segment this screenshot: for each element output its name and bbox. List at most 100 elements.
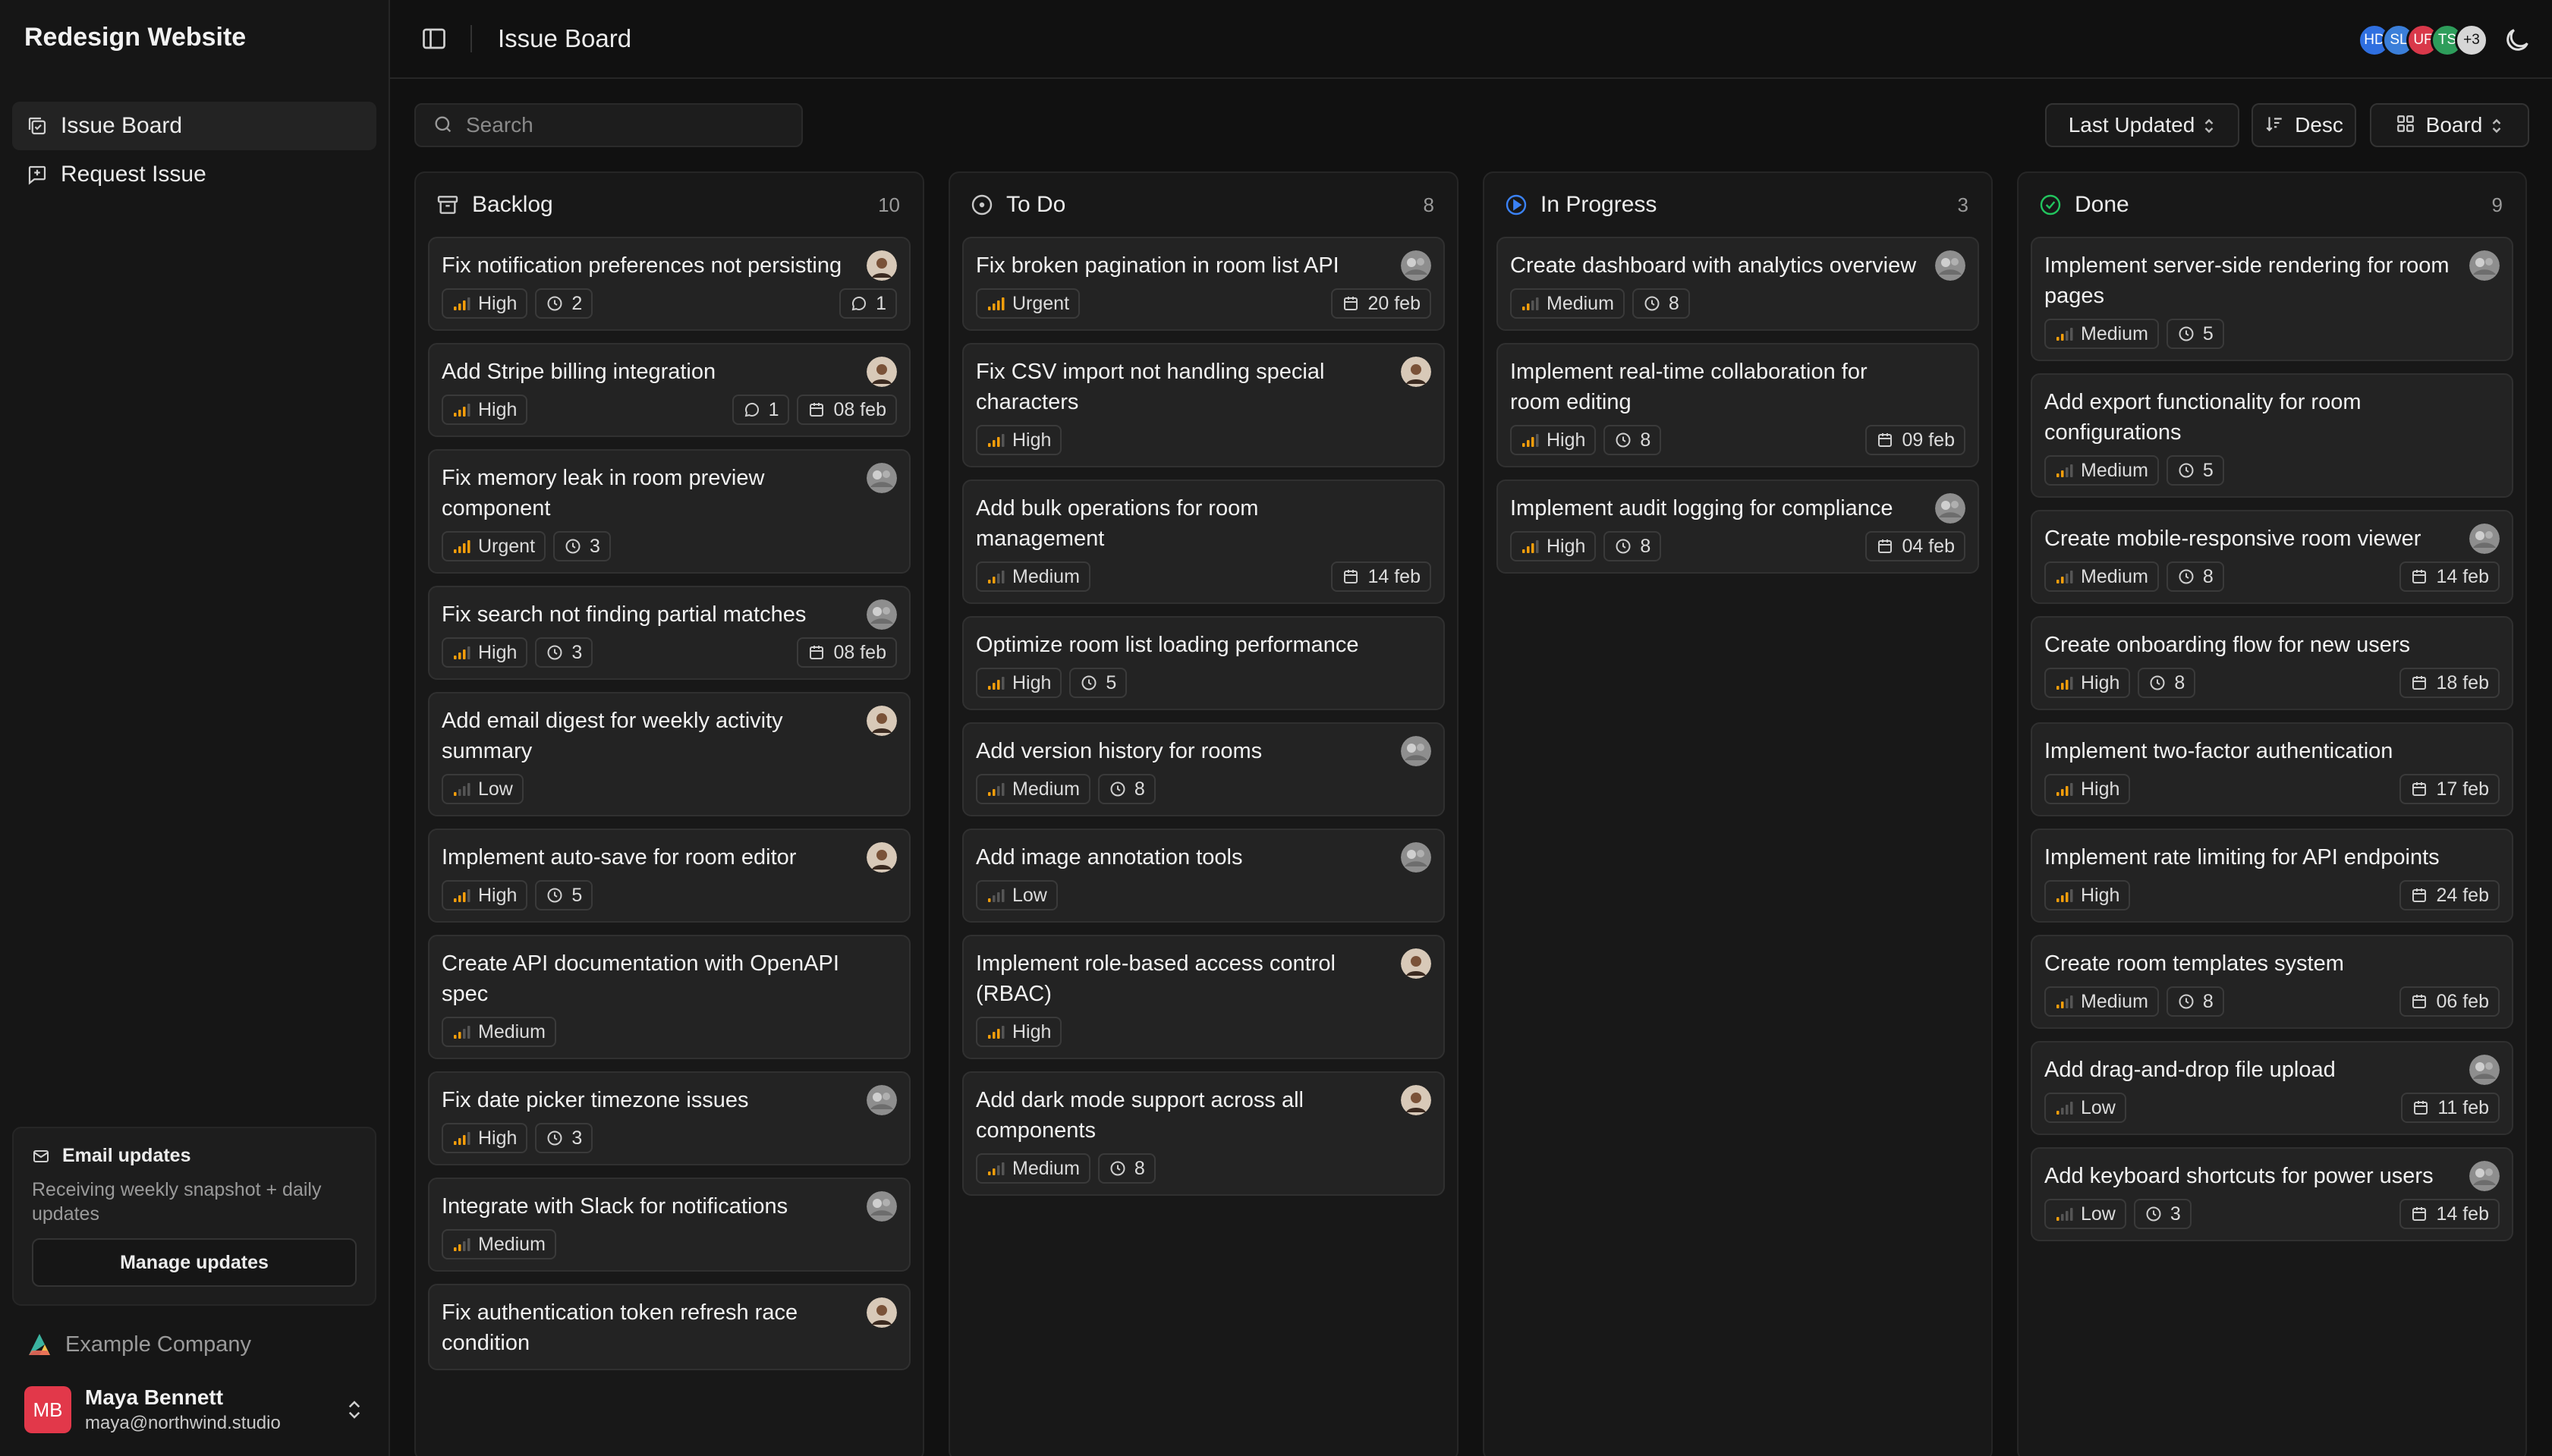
issue-card[interactable]: Create API documentation with OpenAPI sp…	[428, 935, 911, 1059]
chevrons-up-down-icon	[343, 1397, 366, 1423]
issue-card[interactable]: Implement server-side rendering for room…	[2031, 237, 2513, 361]
view-mode-select[interactable]: Board	[2370, 103, 2529, 147]
priority-badge[interactable]: Medium	[442, 1017, 556, 1047]
email-updates-description: Receiving weekly snapshot + daily update…	[32, 1179, 322, 1225]
assignee-avatar[interactable]	[867, 250, 897, 281]
issue-card[interactable]: Implement real-time collaboration for ro…	[1496, 343, 1979, 467]
issue-card[interactable]: Implement rate limiting for API endpoint…	[2031, 829, 2513, 923]
sidebar-item-issue-board[interactable]: Issue Board	[12, 102, 376, 150]
issue-card[interactable]: Add Stripe billing integration High 1 08 fe…	[428, 343, 911, 437]
priority-badge[interactable]: Low	[442, 774, 524, 804]
issue-card[interactable]: Add keyboard shortcuts for power users Lo…	[2031, 1147, 2513, 1241]
assignee-avatar[interactable]	[867, 357, 897, 387]
assignee-avatar[interactable]	[1401, 357, 1431, 387]
issue-card[interactable]: Add image annotation tools Low	[962, 829, 1445, 923]
issue-card[interactable]: Create onboarding flow for new users High…	[2031, 616, 2513, 710]
user-menu[interactable]: MB Maya Bennett maya@northwind.studio	[24, 1383, 366, 1436]
priority-badge[interactable]: High	[976, 425, 1062, 455]
assignee-avatar[interactable]	[867, 1297, 897, 1328]
issue-card[interactable]: Fix notification preferences not persist…	[428, 237, 911, 331]
assignee-avatar[interactable]	[867, 1085, 897, 1115]
sort-order-button[interactable]: Desc	[2251, 103, 2356, 147]
priority-badge[interactable]: High	[2044, 880, 2131, 910]
issue-card[interactable]: Fix CSV import not handling special char…	[962, 343, 1445, 467]
issue-card[interactable]: Fix authentication token refresh race co…	[428, 1284, 911, 1370]
priority-badge[interactable]: Medium	[976, 561, 1090, 592]
priority-badge[interactable]: High	[442, 880, 528, 910]
sidebar-toggle-icon[interactable]	[420, 25, 448, 52]
estimate-value: 8	[1640, 429, 1651, 451]
sidebar-item-request-issue[interactable]: Request Issue	[12, 150, 376, 199]
issue-card[interactable]: Add dark mode support across all compone…	[962, 1071, 1445, 1196]
estimate-value: 5	[2202, 459, 2214, 481]
priority-badge[interactable]: High	[442, 637, 528, 668]
priority-badge[interactable]: High	[1510, 425, 1597, 455]
priority-badge[interactable]: Medium	[2044, 986, 2159, 1017]
issue-card[interactable]: Implement auto-save for room editor High 5	[428, 829, 911, 923]
assignee-avatar[interactable]	[1935, 250, 1965, 281]
manage-updates-button[interactable]: Manage updates	[32, 1238, 357, 1287]
issue-card[interactable]: Create mobile-responsive room viewer Medi…	[2031, 510, 2513, 604]
assignee-avatar[interactable]	[867, 842, 897, 873]
priority-badge[interactable]: High	[442, 395, 528, 425]
assignee-avatar[interactable]	[2469, 1161, 2500, 1191]
priority-badge[interactable]: Low	[2044, 1093, 2126, 1123]
issue-card[interactable]: Implement audit logging for compliance Hi…	[1496, 480, 1979, 574]
priority-badge[interactable]: Urgent	[976, 288, 1081, 319]
issue-card[interactable]: Fix date picker timezone issues High 3	[428, 1071, 911, 1165]
assignee-avatar[interactable]	[1401, 1085, 1431, 1115]
theme-toggle-icon[interactable]	[2502, 25, 2532, 55]
assignee-avatar[interactable]	[867, 706, 897, 736]
priority-badge[interactable]: Medium	[2044, 455, 2159, 486]
issue-card[interactable]: Implement role-based access control (RBA…	[962, 935, 1445, 1059]
mail-icon	[32, 1146, 53, 1167]
sort-by-select[interactable]: Last Updated	[2045, 103, 2239, 147]
issue-card[interactable]: Implement two-factor authentication High 1…	[2031, 722, 2513, 816]
issue-card[interactable]: Add drag-and-drop file upload Low 11 feb	[2031, 1041, 2513, 1135]
company-switcher[interactable]: Example Company	[24, 1329, 251, 1360]
priority-badge[interactable]: High	[2044, 668, 2131, 698]
search-input[interactable]	[466, 113, 785, 137]
assignee-avatar[interactable]	[2469, 1055, 2500, 1085]
comments-badge[interactable]: 1	[732, 395, 790, 425]
priority-badge[interactable]: Urgent	[442, 531, 546, 561]
assignee-avatar[interactable]	[1401, 948, 1431, 979]
issue-card[interactable]: Integrate with Slack for notifications Me…	[428, 1178, 911, 1272]
issue-card[interactable]: Create dashboard with analytics overview…	[1496, 237, 1979, 331]
priority-badge[interactable]: Low	[2044, 1199, 2126, 1229]
issue-card[interactable]: Add email digest for weekly activity sum…	[428, 692, 911, 816]
priority-badge[interactable]: Medium	[2044, 561, 2159, 592]
issue-card[interactable]: Add export functionality for room config…	[2031, 373, 2513, 498]
comments-badge[interactable]: 1	[839, 288, 897, 319]
assignee-avatar[interactable]	[867, 463, 897, 493]
issue-card[interactable]: Add version history for rooms Medium 8	[962, 722, 1445, 816]
priority-badge[interactable]: Medium	[976, 1153, 1090, 1184]
priority-badge[interactable]: High	[976, 1017, 1062, 1047]
assignee-avatar[interactable]	[1401, 842, 1431, 873]
issue-card[interactable]: Optimize room list loading performance Hi…	[962, 616, 1445, 710]
priority-badge[interactable]: Medium	[1510, 288, 1625, 319]
issue-card[interactable]: Add bulk operations for room management M…	[962, 480, 1445, 604]
assignee-avatar[interactable]	[867, 599, 897, 630]
priority-badge[interactable]: High	[1510, 531, 1597, 561]
priority-badge[interactable]: Medium	[442, 1229, 556, 1259]
priority-badge[interactable]: Medium	[976, 774, 1090, 804]
member-avatars[interactable]: HD SL UF TS +3	[2358, 24, 2488, 57]
priority-badge[interactable]: Medium	[2044, 319, 2159, 349]
assignee-avatar[interactable]	[1401, 736, 1431, 766]
priority-badge[interactable]: High	[976, 668, 1062, 698]
assignee-avatar[interactable]	[2469, 250, 2500, 281]
issue-card[interactable]: Fix broken pagination in room list API Ur…	[962, 237, 1445, 331]
priority-badge[interactable]: High	[2044, 774, 2131, 804]
priority-badge[interactable]: Low	[976, 880, 1058, 910]
search-box[interactable]	[414, 103, 803, 147]
issue-card[interactable]: Fix search not finding partial matches Hi…	[428, 586, 911, 680]
assignee-avatar[interactable]	[1401, 250, 1431, 281]
issue-card[interactable]: Create room templates system Medium 8 06 fe…	[2031, 935, 2513, 1029]
issue-card[interactable]: Fix memory leak in room preview componen…	[428, 449, 911, 574]
assignee-avatar[interactable]	[1935, 493, 1965, 524]
priority-badge[interactable]: High	[442, 288, 528, 319]
priority-badge[interactable]: High	[442, 1123, 528, 1153]
assignee-avatar[interactable]	[2469, 524, 2500, 554]
assignee-avatar[interactable]	[867, 1191, 897, 1222]
